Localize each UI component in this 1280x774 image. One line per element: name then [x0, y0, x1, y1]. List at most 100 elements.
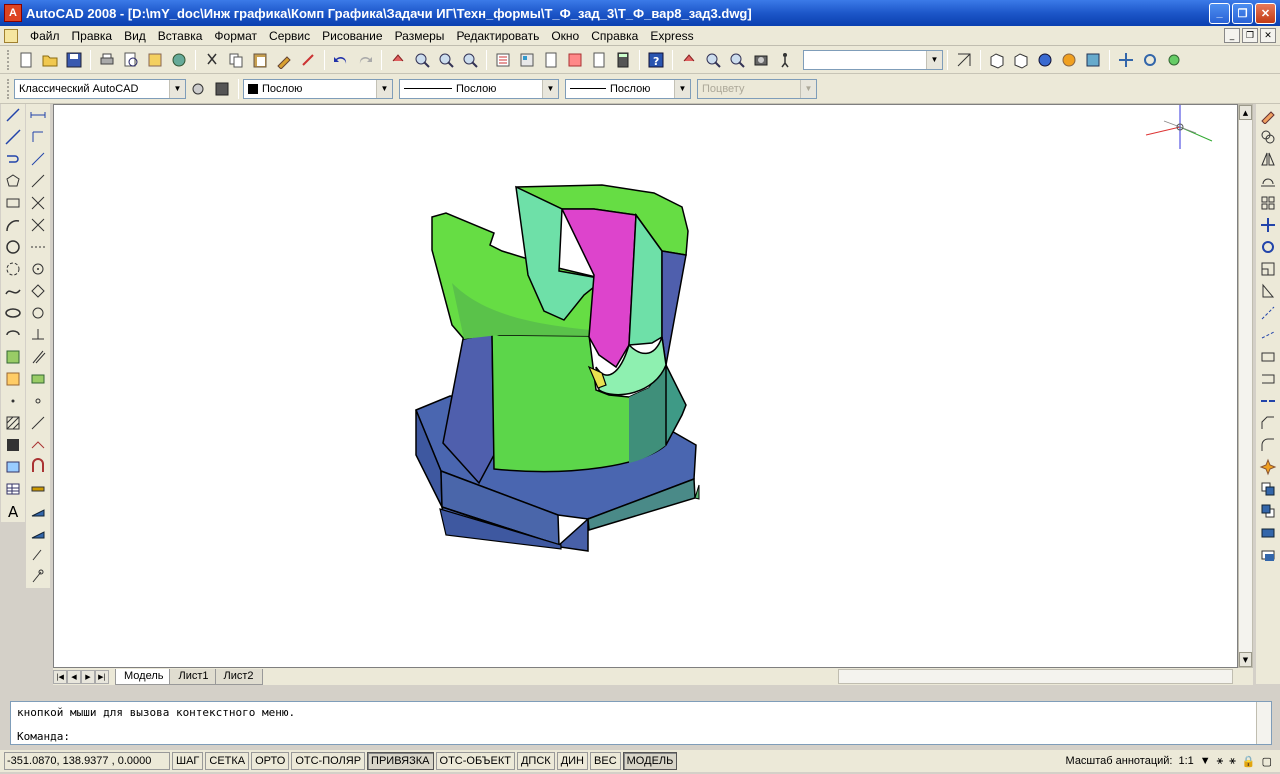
- array-icon[interactable]: [1257, 192, 1279, 214]
- workspace-combo[interactable]: Классический AutoCAD ▼: [14, 78, 186, 99]
- revision-cloud-icon[interactable]: [2, 258, 24, 280]
- menu-edit[interactable]: Правка: [66, 29, 119, 43]
- color-combo[interactable]: Послою ▼: [243, 78, 393, 99]
- plot-preview-icon[interactable]: [120, 49, 142, 71]
- table-icon[interactable]: [2, 478, 24, 500]
- rectangle-icon[interactable]: [2, 192, 24, 214]
- box-icon[interactable]: [986, 49, 1008, 71]
- publish-icon[interactable]: [144, 49, 166, 71]
- menu-help[interactable]: Справка: [585, 29, 644, 43]
- menu-dimension[interactable]: Размеры: [389, 29, 451, 43]
- command-scrollbar[interactable]: [1256, 702, 1271, 744]
- polyline-icon[interactable]: [2, 148, 24, 170]
- horizontal-scrollbar[interactable]: [838, 669, 1233, 684]
- save-icon[interactable]: [63, 49, 85, 71]
- walk-icon[interactable]: [774, 49, 796, 71]
- polygon-icon[interactable]: [2, 170, 24, 192]
- drawing-viewport[interactable]: [53, 104, 1238, 668]
- copy-object-icon[interactable]: [1257, 126, 1279, 148]
- coordinate-readout[interactable]: -351.0870, 138.9377 , 0.0000: [4, 752, 170, 770]
- materials-icon[interactable]: [1082, 49, 1104, 71]
- menu-draw[interactable]: Рисование: [316, 29, 388, 43]
- grid-button[interactable]: СЕТКА: [205, 752, 250, 770]
- ellipse-arc-icon[interactable]: [2, 324, 24, 346]
- print-icon[interactable]: [96, 49, 118, 71]
- sphere-icon[interactable]: [1034, 49, 1056, 71]
- open-icon[interactable]: [39, 49, 61, 71]
- diameter-icon[interactable]: [27, 214, 49, 236]
- named-view-combo[interactable]: ▼: [803, 49, 943, 70]
- hatch-icon[interactable]: [2, 412, 24, 434]
- design-center-icon[interactable]: [516, 49, 538, 71]
- draw-order-below-icon[interactable]: [1257, 544, 1279, 566]
- tool-palettes-icon[interactable]: [540, 49, 562, 71]
- dimension-edit-icon[interactable]: [27, 412, 49, 434]
- menu-tools[interactable]: Сервис: [263, 29, 316, 43]
- point-icon[interactable]: [2, 390, 24, 412]
- quick-dimension-icon[interactable]: [27, 280, 49, 302]
- dim-style-icon[interactable]: [27, 478, 49, 500]
- circle-icon[interactable]: [2, 236, 24, 258]
- ducs-button[interactable]: ДПСК: [516, 752, 555, 770]
- zoom-realtime-icon[interactable]: [411, 49, 433, 71]
- paste-icon[interactable]: [249, 49, 271, 71]
- lwt-button[interactable]: ВЕС: [590, 752, 621, 770]
- 3d-orbit-icon[interactable]: [678, 49, 700, 71]
- region-icon[interactable]: [2, 456, 24, 478]
- annotation-scale-value[interactable]: 1:1: [1178, 755, 1193, 767]
- document-icon[interactable]: [4, 28, 18, 43]
- arc-length-icon[interactable]: [27, 148, 49, 170]
- jogged-icon[interactable]: [27, 236, 49, 258]
- help-icon[interactable]: ?: [645, 49, 667, 71]
- break-icon[interactable]: [1257, 368, 1279, 390]
- aligned-dimension-icon[interactable]: [27, 126, 49, 148]
- angular-icon[interactable]: [27, 258, 49, 280]
- scroll-up-icon[interactable]: ▲: [1239, 105, 1252, 120]
- draw-order-above-icon[interactable]: [1257, 522, 1279, 544]
- dimension-text-edit-icon[interactable]: [27, 434, 49, 456]
- menu-view[interactable]: Вид: [118, 29, 152, 43]
- ellipse-icon[interactable]: [2, 302, 24, 324]
- sheet-set-icon[interactable]: [564, 49, 586, 71]
- menu-window[interactable]: Окно: [545, 29, 585, 43]
- command-prompt[interactable]: Команда:: [17, 730, 70, 743]
- copy-icon[interactable]: [225, 49, 247, 71]
- tab-layout1[interactable]: Лист1: [169, 668, 218, 685]
- free-orbit-icon[interactable]: [1163, 49, 1185, 71]
- parallel-icon[interactable]: [27, 346, 49, 368]
- linear-dimension-icon[interactable]: [27, 104, 49, 126]
- lineweight-combo[interactable]: Послою ▼: [565, 78, 691, 99]
- named-views-icon[interactable]: [953, 49, 975, 71]
- command-window[interactable]: кнопкой мыши для вызова контекстного мен…: [10, 701, 1272, 745]
- zoom-previous-icon[interactable]: [459, 49, 481, 71]
- chamfer-icon[interactable]: [1257, 412, 1279, 434]
- zoom-out-icon[interactable]: [726, 49, 748, 71]
- stretch-icon[interactable]: [1257, 280, 1279, 302]
- camera-icon[interactable]: [750, 49, 772, 71]
- layer-manager-icon[interactable]: [211, 78, 233, 100]
- draw-order-back-icon[interactable]: [1257, 500, 1279, 522]
- orbit-icon[interactable]: [1139, 49, 1161, 71]
- menu-format[interactable]: Формат: [208, 29, 263, 43]
- auto-scale-icon[interactable]: ⚹: [1229, 755, 1236, 768]
- workspace-settings-icon[interactable]: [187, 78, 209, 100]
- menu-express[interactable]: Express: [644, 29, 699, 43]
- tab-layout2[interactable]: Лист2: [214, 668, 263, 685]
- next-tab-icon[interactable]: ▶: [81, 669, 95, 684]
- extend-icon[interactable]: [1257, 324, 1279, 346]
- erase-icon[interactable]: [1257, 104, 1279, 126]
- explode-icon[interactable]: [1257, 456, 1279, 478]
- fillet-icon[interactable]: [1257, 434, 1279, 456]
- pan-realtime-icon[interactable]: [387, 49, 409, 71]
- maximize-button[interactable]: ❐: [1232, 2, 1253, 24]
- join-icon[interactable]: [1257, 390, 1279, 412]
- continue-icon[interactable]: [27, 324, 49, 346]
- center-mark-icon[interactable]: [27, 390, 49, 412]
- draw-order-front-icon[interactable]: [1257, 478, 1279, 500]
- leader-icon[interactable]: [27, 566, 49, 588]
- lock-icon[interactable]: 🔒: [1242, 755, 1256, 768]
- rotate-icon[interactable]: [1257, 236, 1279, 258]
- menu-file[interactable]: Файл: [24, 29, 66, 43]
- calculator-icon[interactable]: [612, 49, 634, 71]
- doc-restore-button[interactable]: ❐: [1242, 28, 1258, 43]
